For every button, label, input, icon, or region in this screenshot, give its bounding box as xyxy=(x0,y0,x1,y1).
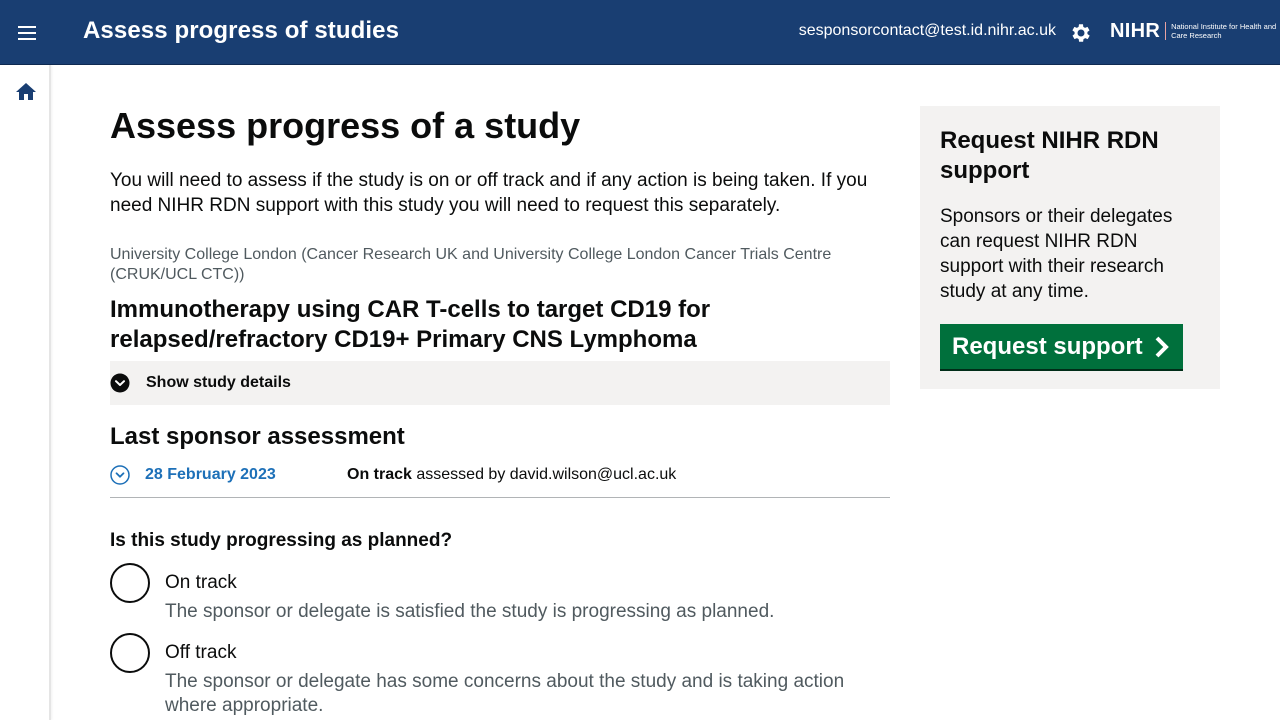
home-icon[interactable] xyxy=(14,80,38,104)
nihr-logo: NIHR National Institute for Health and C… xyxy=(1110,19,1280,43)
request-support-button[interactable]: Request support xyxy=(940,324,1183,369)
chevron-right-icon xyxy=(1155,336,1169,357)
logo-text: National Institute for Health and Care R… xyxy=(1171,22,1277,40)
request-support-button-label: Request support xyxy=(952,332,1143,360)
radio-label-off-track[interactable]: Off track xyxy=(165,633,890,665)
study-title: Immunotherapy using CAR T-cells to targe… xyxy=(110,296,711,353)
radio-hint-off-track: The sponsor or delegate has some concern… xyxy=(165,671,845,716)
logo-divider xyxy=(1165,22,1167,40)
radio-off-track: Off track The sponsor or delegate has so… xyxy=(110,633,890,718)
last-assessment-heading: Last sponsor assessment xyxy=(110,423,405,450)
assessment-status: On track assessed by david.wilson@ucl.ac… xyxy=(347,464,676,486)
radio-on-track: On track The sponsor or delegate is sati… xyxy=(110,563,890,624)
request-support-text: Sponsors or their delegates can request … xyxy=(940,206,1173,302)
page-title: Assess progress of a study xyxy=(110,105,581,146)
assessment-date-link[interactable]: 28 February 2023 xyxy=(145,464,347,486)
app-title: Assess progress of studies xyxy=(83,17,400,44)
request-support-panel: Request NIHR RDN support Sponsors or the… xyxy=(920,106,1220,389)
chevron-down-circle-icon xyxy=(110,373,130,393)
chevron-down-circle-outline-icon[interactable] xyxy=(110,465,130,485)
intro-text: You will need to assess if the study is … xyxy=(110,170,868,216)
radio-button-on-track[interactable] xyxy=(110,563,150,603)
user-email[interactable]: sesponsorcontact@test.id.nihr.ac.uk xyxy=(799,22,1056,40)
last-assessment-row: 28 February 2023 On track assessed by da… xyxy=(110,464,890,498)
radio-label-on-track[interactable]: On track xyxy=(165,563,890,595)
top-header: Assess progress of studies sesponsorcont… xyxy=(0,0,1280,65)
radio-hint-on-track: The sponsor or delegate is satisfied the… xyxy=(165,601,775,622)
logo-mark: NIHR xyxy=(1110,19,1161,42)
gear-icon[interactable] xyxy=(1069,21,1093,45)
request-support-title: Request NIHR RDN support xyxy=(940,127,1159,184)
assessment-status-value: On track xyxy=(347,466,412,483)
organisation-name: University College London (Cancer Resear… xyxy=(110,246,832,283)
show-study-details-label: Show study details xyxy=(146,374,291,391)
main-content: Assess progress of a study You will need… xyxy=(110,106,890,718)
assessed-by-text: assessed by david.wilson@ucl.ac.uk xyxy=(416,466,677,483)
hamburger-menu-icon[interactable] xyxy=(12,18,42,48)
show-study-details-toggle[interactable]: Show study details xyxy=(110,361,890,405)
progress-question: Is this study progressing as planned? xyxy=(110,530,453,551)
sidebar xyxy=(0,65,51,720)
radio-button-off-track[interactable] xyxy=(110,633,150,673)
